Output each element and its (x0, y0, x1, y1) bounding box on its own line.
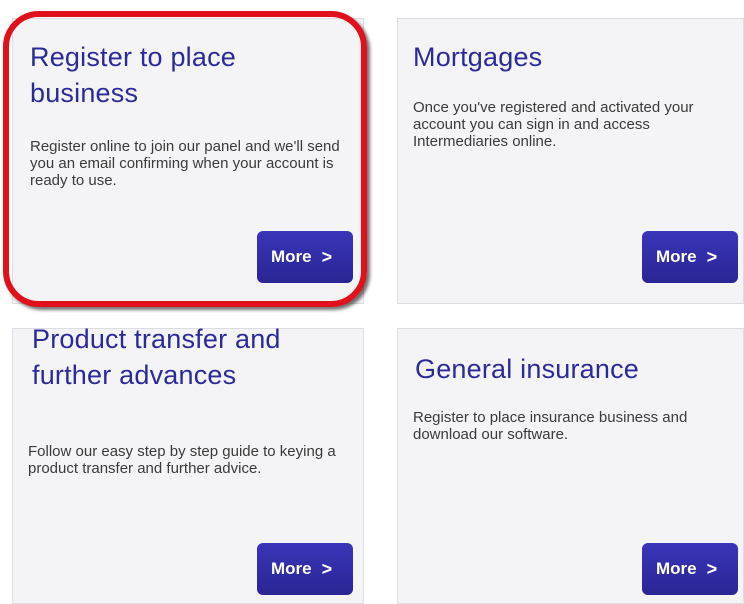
more-button[interactable]: More > (642, 543, 738, 595)
chevron-right-icon: > (706, 246, 718, 267)
more-button-label: More (271, 559, 312, 578)
card-description: Register to place insurance business and… (413, 409, 688, 443)
more-button[interactable]: More > (257, 231, 353, 283)
card-product-transfer: Product transfer and further advances Fo… (12, 324, 364, 604)
chevron-right-icon: > (321, 246, 333, 267)
more-button-label: More (656, 247, 697, 266)
card-title: Register to place business (30, 42, 237, 108)
more-button-label: More (271, 247, 312, 266)
more-button-label: More (656, 559, 697, 578)
card-title: Product transfer and further advances (32, 324, 281, 390)
card-register-to-place-business: Register to place business Register onli… (12, 18, 364, 304)
card-title: General insurance (415, 354, 640, 384)
card-general-insurance: General insurance Register to place insu… (397, 328, 744, 604)
card-description: Register online to join our panel and we… (30, 138, 340, 189)
chevron-right-icon: > (321, 558, 333, 579)
more-button[interactable]: More > (257, 543, 353, 595)
chevron-right-icon: > (706, 558, 718, 579)
card-mortgages: Mortgages Once you've registered and act… (397, 18, 744, 304)
card-description: Follow our easy step by step guide to ke… (28, 443, 336, 477)
page: Register to place business Register onli… (0, 0, 744, 604)
more-button[interactable]: More > (642, 231, 738, 283)
card-description: Once you've registered and activated you… (413, 99, 694, 150)
card-title: Mortgages (413, 42, 543, 72)
